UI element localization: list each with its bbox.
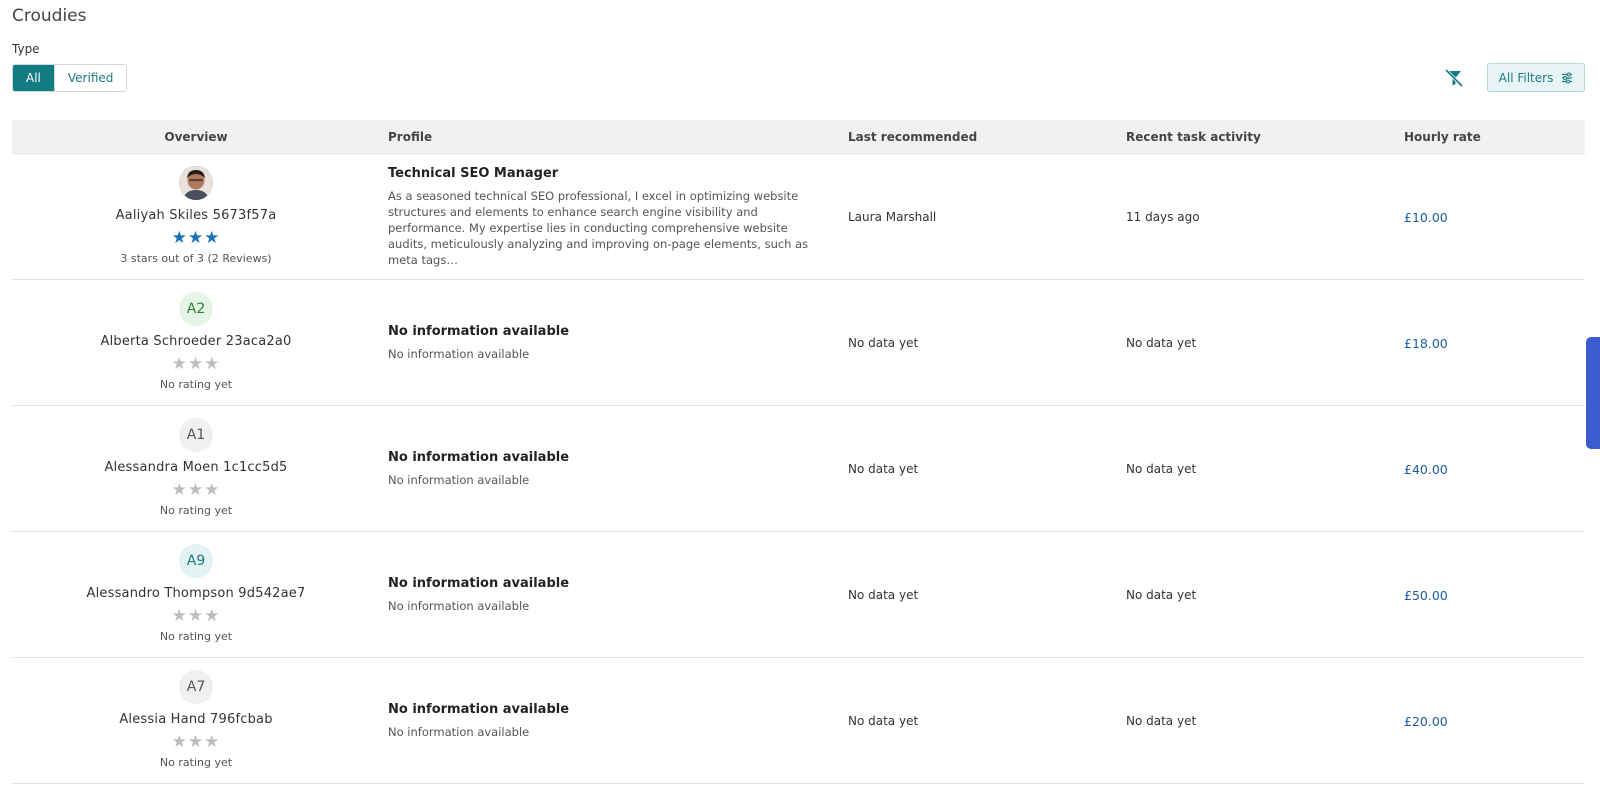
profile-title: No information available [388,702,570,717]
rating-text: 3 stars out of 3 (2 Reviews) [120,252,272,265]
avatar[interactable]: A9 [179,544,213,578]
profile-cell: No information available No information … [388,406,828,532]
star-icon: ★ [171,732,188,752]
hourly-rate: £10.00 [1404,209,1448,225]
profile-title: No information available [388,576,570,591]
recent-task-activity: No data yet [1126,336,1197,350]
star-icon: ★ [187,228,205,248]
overview-cell: A1 Alessandra Moen 1c1cc5d5 ★★★ No ratin… [12,406,380,532]
star-rating: ★★★ [172,733,221,751]
last-recommended: No data yet [848,336,919,350]
hourly-rate: £50.00 [1404,587,1448,603]
header-overview[interactable]: Overview [12,120,380,154]
header-recent-task-activity[interactable]: Recent task activity [1126,120,1261,154]
profile-cell: No information available No information … [388,658,828,784]
star-icon: ★ [204,732,221,752]
croudies-table: Overview Profile Last recommended Recent… [12,120,1585,784]
last-recommended: No data yet [848,462,919,476]
filter-off-icon [1444,68,1464,88]
profile-description: No information available [388,473,530,487]
profile-cell: No information available No information … [388,532,828,658]
profile-cell: Technical SEO Manager As a seasoned tech… [388,154,828,280]
profile-title: Technical SEO Manager [388,166,559,181]
rating-text: No rating yet [159,378,233,391]
recent-task-activity: No data yet [1126,714,1197,728]
avatar[interactable] [179,166,213,200]
star-rating: ★★★ [172,607,221,625]
profile-title: No information available [388,450,570,465]
all-filters-button[interactable]: All Filters [1487,63,1585,92]
star-rating: ★★★ [172,481,221,499]
type-filter-toggle: All Verified [12,64,128,92]
last-recommended: Laura Marshall [848,210,937,224]
hourly-rate: £40.00 [1404,461,1448,477]
hourly-rate: £18.00 [1404,335,1448,351]
sliders-icon [1562,71,1573,84]
profile-description: As a seasoned technical SEO professional… [388,189,809,267]
overview-cell: A7 Alessia Hand 796fcbab ★★★ No rating y… [12,658,380,784]
profile-description: No information available [388,347,530,361]
avatar[interactable]: A1 [179,418,213,452]
rating-text: No rating yet [159,504,233,517]
star-icon: ★ [171,354,188,374]
clear-filters-button[interactable] [1443,67,1465,89]
star-icon: ★ [187,606,205,626]
rating-text: No rating yet [159,630,233,643]
profile-description: No information available [388,599,530,613]
croudie-name[interactable]: Alberta Schroeder 23aca2a0 [100,334,291,349]
table-header: Overview Profile Last recommended Recent… [12,120,1585,154]
star-icon: ★ [187,732,205,752]
star-icon: ★ [187,480,205,500]
croudie-name[interactable]: Aaliyah Skiles 5673f57a [116,208,277,223]
type-filter-label: Type [12,42,40,56]
profile-cell: No information available No information … [388,280,828,406]
avatar[interactable]: A7 [179,670,213,704]
star-icon: ★ [171,228,188,248]
all-filters-label: All Filters [1498,70,1554,85]
avatar[interactable]: A2 [179,292,213,326]
table-row[interactable]: Aaliyah Skiles 5673f57a ★★★ 3 stars out … [12,154,1585,280]
page-title: Croudies [12,6,87,26]
header-last-recommended[interactable]: Last recommended [848,120,977,154]
feedback-side-tab[interactable] [1586,337,1600,449]
header-profile[interactable]: Profile [388,120,432,154]
croudie-name[interactable]: Alessandro Thompson 9d542ae7 [87,586,306,601]
star-icon: ★ [171,606,188,626]
last-recommended: No data yet [848,714,919,728]
star-rating: ★★★ [172,229,221,247]
overview-cell: A9 Alessandro Thompson 9d542ae7 ★★★ No r… [12,532,380,658]
star-icon: ★ [204,354,221,374]
last-recommended: No data yet [848,588,919,602]
avatar-photo [179,166,213,200]
rating-text: No rating yet [159,756,233,769]
recent-task-activity: No data yet [1126,462,1197,476]
overview-cell: A2 Alberta Schroeder 23aca2a0 ★★★ No rat… [12,280,380,406]
header-hourly-rate[interactable]: Hourly rate [1404,120,1481,154]
table-row[interactable]: A2 Alberta Schroeder 23aca2a0 ★★★ No rat… [12,280,1585,406]
star-icon: ★ [204,480,221,500]
type-verified-button[interactable]: Verified [53,65,127,91]
profile-description: No information available [388,725,530,739]
recent-task-activity: No data yet [1126,588,1197,602]
star-icon: ★ [204,228,221,248]
star-icon: ★ [204,606,221,626]
star-icon: ★ [187,354,205,374]
profile-title: No information available [388,324,570,339]
croudie-name[interactable]: Alessandra Moen 1c1cc5d5 [104,460,287,475]
overview-cell: Aaliyah Skiles 5673f57a ★★★ 3 stars out … [12,154,380,280]
croudie-name[interactable]: Alessia Hand 796fcbab [119,712,272,727]
table-row[interactable]: A9 Alessandro Thompson 9d542ae7 ★★★ No r… [12,532,1585,658]
star-rating: ★★★ [172,355,221,373]
table-row[interactable]: A1 Alessandra Moen 1c1cc5d5 ★★★ No ratin… [12,406,1585,532]
recent-task-activity: 11 days ago [1126,210,1200,224]
type-all-button[interactable]: All [13,65,54,91]
table-row[interactable]: A7 Alessia Hand 796fcbab ★★★ No rating y… [12,658,1585,784]
star-icon: ★ [171,480,188,500]
hourly-rate: £20.00 [1404,713,1448,729]
